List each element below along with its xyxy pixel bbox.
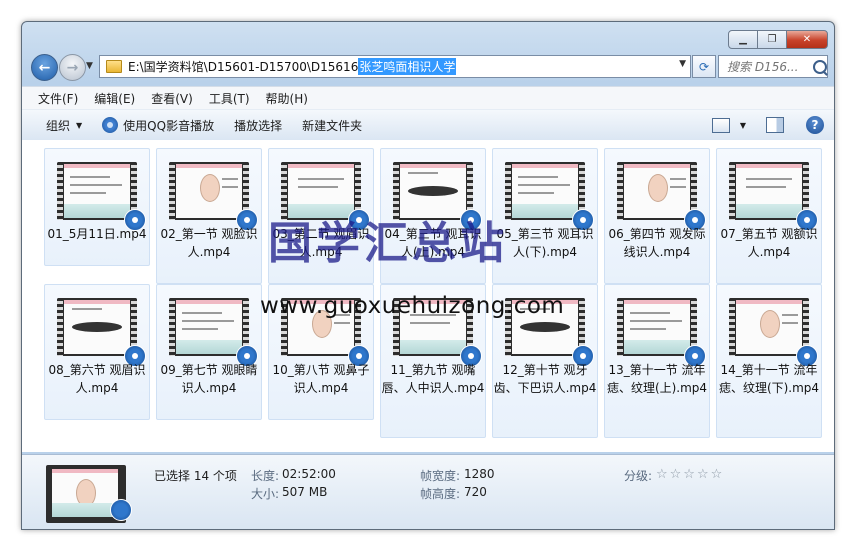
view-options-chevron-icon[interactable]: ▼ [740,121,746,130]
video-thumbnail [57,298,137,356]
watermark-text: 国学汇总站 [268,218,508,269]
menu-file[interactable]: 文件(F) [22,90,86,107]
file-name: 13_第十一节 流年痣、纹理(上).mp4 [606,363,708,395]
change-view-icon[interactable] [711,117,730,133]
file-item[interactable]: 14_第十一节 流年痣、纹理(下).mp4 [716,284,822,438]
file-name: 11_第九节 观嘴唇、人中识人.mp4 [381,363,485,395]
qq-player-icon [102,117,119,133]
refresh-button[interactable]: ⟳ [692,55,716,78]
address-bar[interactable]: E:\国学资料馆\D15601-D15700\D15616 张芝鸣面相识人学 ▼ [99,55,691,78]
chevron-down-icon: ▼ [76,120,83,130]
file-item[interactable]: 09_第七节 观眼睛识人.mp4 [156,284,262,420]
search-box[interactable] [718,55,828,78]
recent-pages-dropdown-icon[interactable]: ▼ [86,61,93,71]
view-controls: ▼ ? [711,116,824,134]
file-item[interactable]: 08_第六节 观眉识人.mp4 [44,284,150,420]
file-item[interactable]: 13_第十一节 流年痣、纹理(上).mp4 [604,284,710,438]
forward-button[interactable]: → [59,54,86,81]
file-item[interactable]: 06_第四节 观发际线识人.mp4 [604,148,710,284]
video-file-icon [110,499,132,521]
video-thumbnail [169,162,249,220]
details-pane: 已选择 14 个项 长度: 02:52:00 大小: 507 MB 帧宽度: 1… [22,454,834,529]
file-name: 01_5月11日.mp4 [47,227,147,241]
file-name: 02_第一节 观脸识人.mp4 [160,227,258,259]
file-name: 12_第十节 观牙齿、下巴识人.mp4 [493,363,597,395]
file-name: 10_第八节 观鼻子识人.mp4 [272,363,370,395]
minimize-button[interactable]: ▁ [728,30,758,49]
file-name: 05_第三节 观耳识人(下).mp4 [496,227,594,259]
video-thumbnail [57,162,137,220]
video-thumbnail [729,162,809,220]
file-item[interactable]: 01_5月11日.mp4 [44,148,150,266]
back-button[interactable]: ← [31,54,58,81]
menu-help[interactable]: 帮助(H) [258,90,316,107]
maximize-button[interactable]: ❐ [757,30,787,49]
video-thumbnail [617,162,697,220]
play-with-qq-label: 使用QQ影音播放 [123,118,215,133]
navigation-bar: ← → ▼ E:\国学资料馆\D15601-D15700\D15616 张芝鸣面… [28,52,828,82]
address-selected-text: 张芝鸣面相识人学 [358,58,457,75]
watermark-url: www.guoxuehuizong.com [260,293,565,319]
size-label: 大小: [251,487,280,501]
video-thumbnail [169,298,249,356]
menu-edit[interactable]: 编辑(E) [86,90,143,107]
menu-tools[interactable]: 工具(T) [201,90,258,107]
file-name: 08_第六节 观眉识人.mp4 [48,363,146,395]
address-dropdown-icon[interactable]: ▼ [679,59,686,69]
video-thumbnail [729,298,809,356]
rating-label: 分级: [624,469,653,483]
file-name: 07_第五节 观额识人.mp4 [720,227,818,259]
search-input[interactable] [725,58,811,75]
explorer-window: ▁ ❐ ✕ ← → ▼ E:\国学资料馆\D15601-D15700\D1561… [21,21,835,530]
selection-count: 已选择 14 个项 [154,469,237,483]
frame-height-value: 720 [464,485,487,499]
organize-button[interactable]: 组织 ▼ [22,117,92,134]
rating-stars-icon[interactable]: ☆☆☆☆☆ [656,467,724,482]
file-item[interactable]: 02_第一节 观脸识人.mp4 [156,148,262,284]
caption-buttons: ▁ ❐ ✕ [728,30,828,49]
file-name: 09_第七节 观眼睛识人.mp4 [160,363,258,395]
new-folder-button[interactable]: 新建文件夹 [292,117,372,134]
frame-width-value: 1280 [464,467,495,481]
play-with-qq-button[interactable]: 使用QQ影音播放 [92,117,224,134]
search-icon[interactable] [813,59,827,74]
length-value: 02:52:00 [282,467,336,481]
command-bar: 组织 ▼ 使用QQ影音播放 播放选择 新建文件夹 ▼ ? [22,109,834,141]
play-selection-button[interactable]: 播放选择 [224,117,292,134]
organize-label: 组织 [46,118,71,133]
close-button[interactable]: ✕ [786,30,828,49]
video-thumbnail [617,298,697,356]
video-thumbnail [505,162,585,220]
preview-pane-icon[interactable] [766,117,784,133]
folder-icon [106,60,122,73]
size-value: 507 MB [282,485,328,499]
menu-view[interactable]: 查看(V) [143,90,201,107]
frame-height-label: 帧高度: [420,487,461,501]
menu-bar: 文件(F) 编辑(E) 查看(V) 工具(T) 帮助(H) [22,86,834,109]
address-path: E:\国学资料馆\D15601-D15700\D15616 [128,60,359,74]
file-item[interactable]: 07_第五节 观额识人.mp4 [716,148,822,284]
help-icon[interactable]: ? [806,116,824,134]
frame-width-label: 帧宽度: [420,469,461,483]
file-name: 06_第四节 观发际线识人.mp4 [608,227,706,259]
title-bar: ▁ ❐ ✕ [22,22,834,50]
length-label: 长度: [251,469,280,483]
file-name: 14_第十一节 流年痣、纹理(下).mp4 [718,363,820,395]
